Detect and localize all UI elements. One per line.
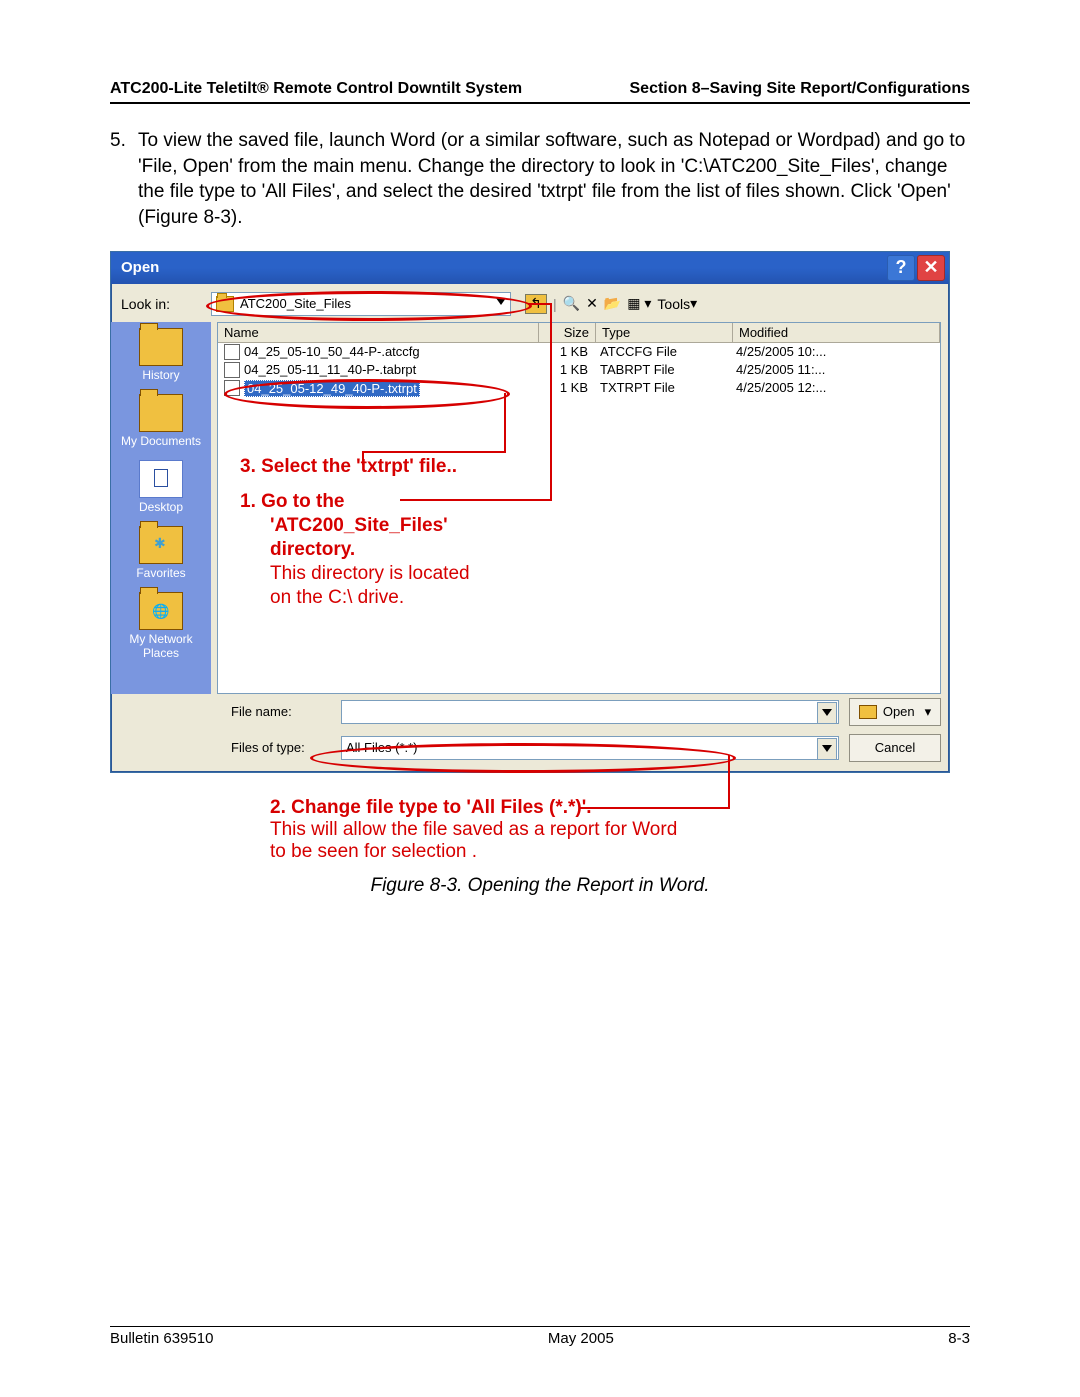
close-button[interactable]: ✕ [917, 255, 945, 281]
cancel-button[interactable]: Cancel [849, 734, 941, 762]
file-type: TABRPT File [594, 361, 730, 379]
filename-label: File name: [225, 704, 341, 719]
dialog-body: History My Documents Desktop ✱ Favorites [111, 322, 949, 694]
search-web-icon[interactable]: 🔍 [563, 295, 580, 312]
file-name: 04_25_05-11_11_40-P-.tabrpt [244, 362, 416, 377]
header-left: ATC200-Lite Teletilt® Remote Control Dow… [110, 80, 522, 98]
annotation-1-line3: directory. [270, 539, 355, 561]
filetype-dropdown[interactable]: All Files (*.*) [341, 736, 839, 760]
file-row[interactable]: 04_25_05-10_50_44-P-.atccfg 1 KB ATCCFG … [218, 343, 940, 361]
footer-right: 8-3 [948, 1330, 970, 1347]
sidebar-item-history[interactable]: History [139, 328, 183, 382]
new-folder-icon[interactable]: 📂 [604, 295, 621, 312]
file-name: 04_25_05-10_50_44-P-.atccfg [244, 344, 420, 359]
col-modified[interactable]: Modified [733, 323, 940, 342]
filename-row: File name: Open ▾ [217, 694, 949, 730]
delete-icon[interactable]: ✕ [586, 295, 598, 312]
open-dialog: Open ? ✕ Look in: ATC200_Site_Files ↰ | … [110, 251, 950, 773]
annotation-2-block: 2. Change file type to 'All Files (*.*)'… [270, 797, 970, 863]
sidebar-label: My Documents [121, 434, 201, 448]
annotation-1-sub2: on the C:\ drive. [270, 587, 404, 609]
dialog-title: Open [115, 259, 885, 276]
open-folder-icon [859, 705, 877, 719]
col-name[interactable]: Name [218, 323, 539, 342]
sidebar-item-network[interactable]: 🌐 My Network Places [111, 592, 211, 660]
chevron-down-icon [822, 709, 832, 716]
history-icon [139, 328, 183, 366]
separator: | [553, 296, 557, 312]
places-sidebar: History My Documents Desktop ✱ Favorites [111, 322, 211, 694]
col-type[interactable]: Type [596, 323, 733, 342]
sidebar-label: Favorites [136, 566, 185, 580]
file-type: ATCCFG File [594, 343, 730, 361]
file-type: TXTRPT File [594, 379, 730, 398]
file-list-header: Name Size Type Modified [218, 323, 940, 343]
chevron-down-icon: ▾ [925, 704, 932, 720]
lookin-label: Look in: [121, 296, 211, 312]
file-size: 1 KB [538, 379, 594, 398]
toolbar-icons: ↰ | 🔍 ✕ 📂 ▦ ▾ Tools ▾ [525, 294, 697, 314]
step-number: 5. [110, 128, 138, 231]
desktop-icon [139, 460, 183, 498]
annotation-1-line2: 'ATC200_Site_Files' [270, 515, 448, 537]
file-name: 04_25_05-12_49_40-P-.txtrpt [244, 380, 420, 397]
folder-icon [216, 296, 234, 312]
header-right: Section 8–Saving Site Report/Configurati… [630, 80, 971, 98]
views-icon[interactable]: ▦ ▾ [627, 295, 651, 312]
network-icon: 🌐 [139, 592, 183, 630]
open-button[interactable]: Open ▾ [849, 698, 941, 726]
favorites-icon: ✱ [139, 526, 183, 564]
title-bar: Open ? ✕ [111, 252, 949, 284]
annotation-2-sub1: This will allow the file saved as a repo… [270, 819, 970, 841]
sidebar-label: My Network Places [111, 632, 211, 660]
figure-caption: Figure 8-3. Opening the Report in Word. [110, 875, 970, 897]
lookin-value: ATC200_Site_Files [240, 296, 351, 311]
file-icon [224, 344, 240, 360]
dialog-wrapper: Open ? ✕ Look in: ATC200_Site_Files ↰ | … [110, 251, 950, 773]
sidebar-item-documents[interactable]: My Documents [121, 394, 201, 448]
page: ATC200-Lite Teletilt® Remote Control Dow… [0, 0, 1080, 1397]
filetype-row: Files of type: All Files (*.*) Cancel [217, 730, 949, 766]
filename-input[interactable] [341, 700, 839, 724]
help-button[interactable]: ? [887, 255, 915, 281]
file-modified: 4/25/2005 12:... [730, 379, 940, 398]
filetype-drop-button[interactable] [817, 738, 837, 760]
annotation-1-line1: 1. Go to the [240, 491, 345, 513]
page-header: ATC200-Lite Teletilt® Remote Control Dow… [110, 80, 970, 104]
documents-icon [139, 394, 183, 432]
open-label: Open [883, 704, 915, 719]
filetype-value: All Files (*.*) [346, 740, 418, 755]
sidebar-label: Desktop [139, 500, 183, 514]
annotation-3: 3. Select the 'txtrpt' file.. [240, 456, 457, 478]
up-folder-icon[interactable]: ↰ [525, 294, 547, 314]
file-size: 1 KB [538, 343, 594, 361]
sidebar-label: History [139, 368, 183, 382]
footer-left: Bulletin 639510 [110, 1330, 213, 1347]
file-icon [224, 380, 240, 396]
step-text: To view the saved file, launch Word (or … [138, 128, 970, 231]
col-size[interactable]: Size [539, 323, 596, 342]
tools-menu[interactable]: Tools ▾ [657, 295, 697, 312]
sidebar-item-favorites[interactable]: ✱ Favorites [136, 526, 185, 580]
lookin-dropdown[interactable]: ATC200_Site_Files [211, 292, 511, 316]
annotation-2-sub2: to be seen for selection . [270, 841, 970, 863]
filetype-label: Files of type: [225, 740, 341, 755]
footer-center: May 2005 [548, 1330, 614, 1347]
chevron-down-icon [822, 745, 832, 752]
lookin-row: Look in: ATC200_Site_Files ↰ | 🔍 ✕ 📂 ▦ ▾… [111, 284, 949, 322]
annotation-2-line1: 2. Change file type to 'All Files (*.*)'… [270, 797, 970, 819]
annotation-1-sub1: This directory is located [270, 563, 470, 585]
filename-drop-button[interactable] [817, 702, 837, 724]
step-paragraph: 5. To view the saved file, launch Word (… [110, 128, 970, 231]
file-icon [224, 362, 240, 378]
page-footer: Bulletin 639510 May 2005 8-3 [110, 1326, 970, 1347]
sidebar-item-desktop[interactable]: Desktop [139, 460, 183, 514]
file-size: 1 KB [538, 361, 594, 379]
file-row[interactable]: 04_25_05-11_11_40-P-.tabrpt 1 KB TABRPT … [218, 361, 940, 379]
file-modified: 4/25/2005 11:... [730, 361, 940, 379]
file-modified: 4/25/2005 10:... [730, 343, 940, 361]
file-row-selected[interactable]: 04_25_05-12_49_40-P-.txtrpt 1 KB TXTRPT … [218, 379, 940, 398]
chevron-down-icon [496, 298, 506, 305]
cancel-label: Cancel [875, 740, 915, 755]
